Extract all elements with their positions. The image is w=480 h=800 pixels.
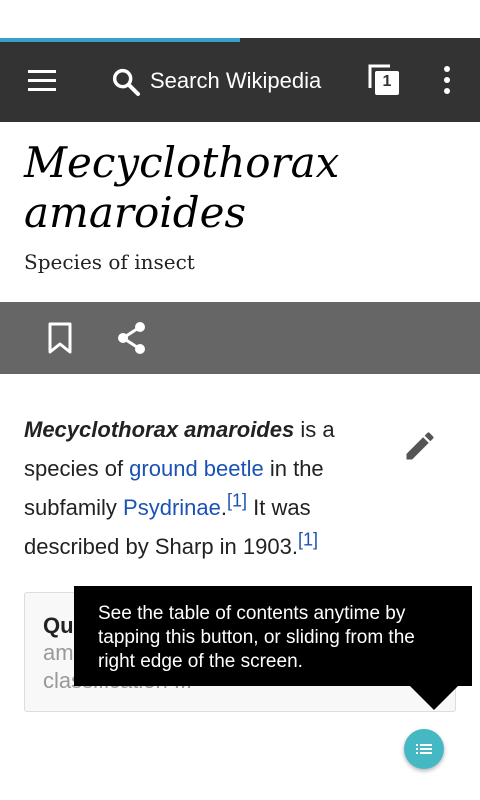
lead-bold-name: Mecyclothorax amaroides [24, 417, 295, 442]
search-icon [112, 68, 140, 96]
more-vert-icon-dot [444, 88, 450, 94]
share-icon [118, 322, 145, 354]
card-title: Qu [43, 613, 74, 638]
status-bar [0, 0, 480, 38]
menu-icon-bar [28, 88, 56, 91]
toc-tooltip[interactable]: See the table of contents anytime by tap… [74, 586, 472, 686]
link-psydrinae[interactable]: Psydrinae [123, 495, 221, 520]
menu-icon-bar [28, 79, 56, 82]
article-title: Mecyclothorax amaroides [24, 138, 340, 237]
menu-icon [28, 70, 56, 73]
pencil-icon [406, 432, 434, 460]
article-action-bar [0, 302, 480, 374]
search-bar[interactable]: Search Wikipedia [108, 58, 348, 104]
bookmark-icon [48, 322, 72, 354]
overflow-menu-button[interactable] [434, 62, 460, 98]
top-toolbar: Search Wikipedia 1 [0, 38, 480, 122]
reference-link[interactable]: [1] [227, 491, 247, 511]
tab-count: 1 [382, 73, 392, 90]
progress-fill [0, 38, 240, 42]
more-vert-icon-dot [444, 77, 450, 83]
menu-button[interactable] [22, 66, 62, 96]
table-of-contents-button[interactable] [404, 729, 444, 769]
search-placeholder: Search Wikipedia [150, 68, 322, 93]
page-load-progress [0, 38, 480, 42]
reference-link[interactable]: [1] [298, 530, 318, 550]
article-description: Species of insect [24, 250, 195, 274]
more-vert-icon [444, 66, 450, 72]
tooltip-arrow [410, 686, 458, 710]
save-button[interactable] [44, 320, 76, 356]
edit-button[interactable] [402, 428, 438, 464]
link-ground-beetle[interactable]: ground beetle [129, 456, 264, 481]
list-icon [416, 744, 432, 754]
tabs-button[interactable]: 1 [366, 62, 402, 98]
share-button[interactable] [114, 320, 150, 356]
article-lead-paragraph: Mecyclothorax amaroides is a species of … [24, 410, 404, 566]
